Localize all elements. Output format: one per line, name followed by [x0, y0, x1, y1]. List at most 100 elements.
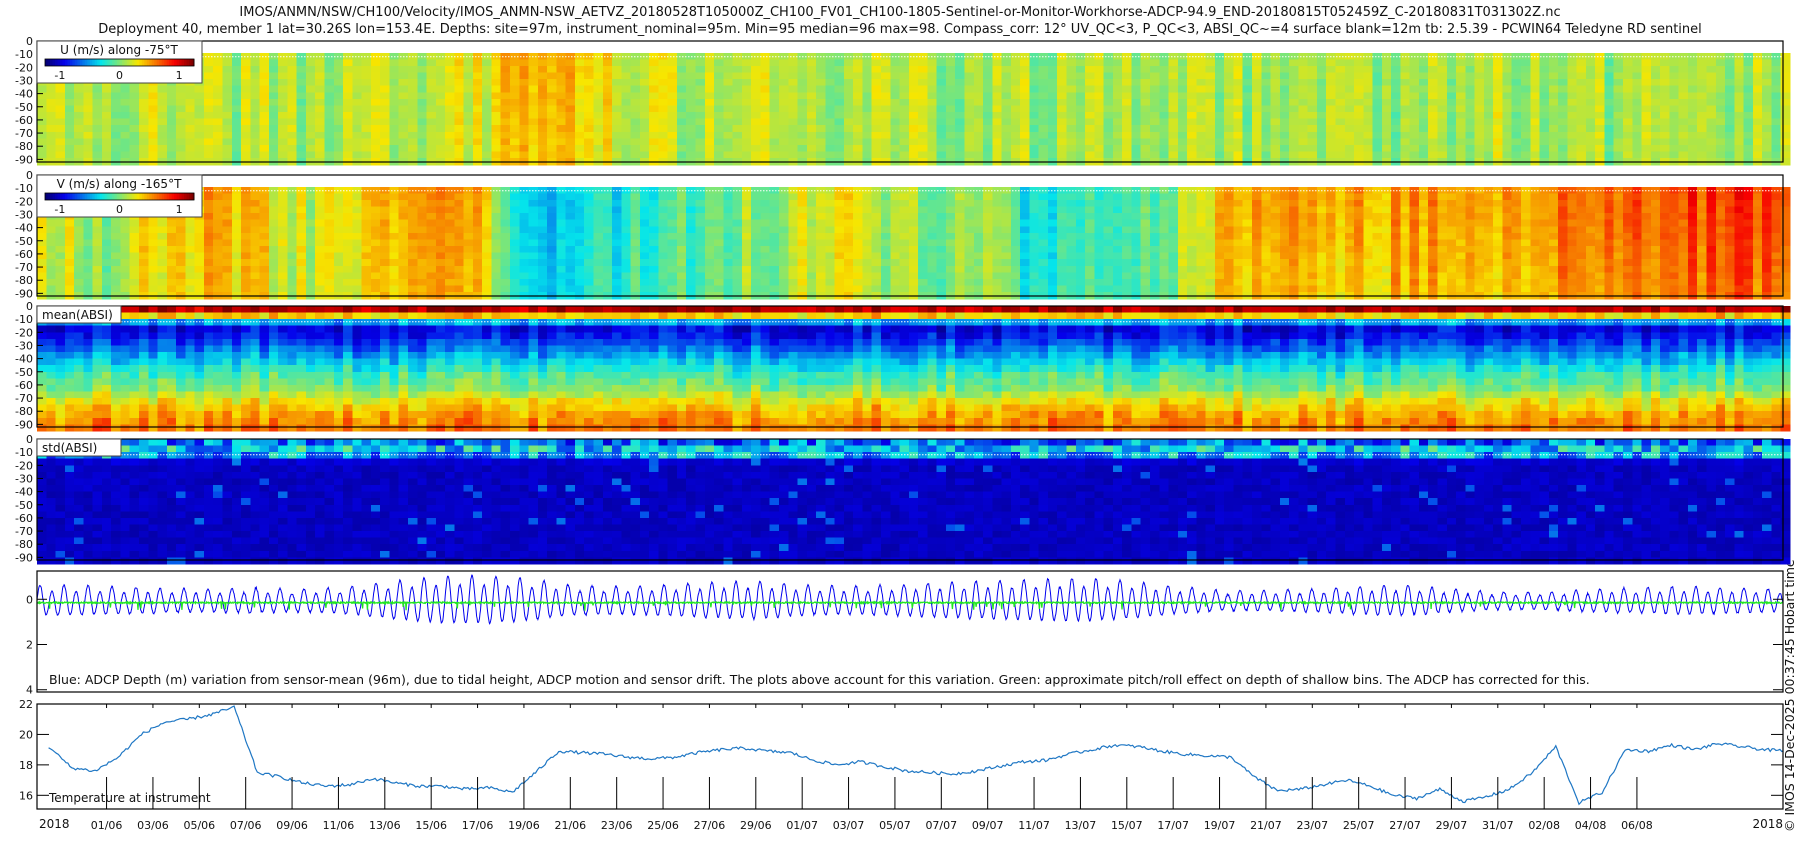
heatmap-cell [537, 193, 548, 201]
heatmap-cell [120, 105, 131, 113]
heatmap-cell [74, 138, 84, 146]
heatmap-cell [667, 232, 678, 241]
heatmap-cell [593, 239, 604, 247]
heatmap-cell [1391, 59, 1401, 67]
heatmap-cell [250, 118, 261, 126]
heatmap-cell [417, 92, 428, 100]
heatmap-cell [454, 52, 465, 60]
heatmap-cell [1669, 59, 1680, 67]
heatmap-cell [101, 265, 112, 273]
heatmap-cell [862, 246, 873, 254]
heatmap-cell [306, 85, 316, 93]
heatmap-cell [129, 85, 140, 93]
heatmap-cell [1446, 118, 1457, 126]
heatmap-cell [445, 118, 455, 126]
heatmap-cell [667, 200, 678, 208]
heatmap-cell [241, 144, 251, 153]
heatmap-cell [1289, 72, 1299, 80]
heatmap-cell [1177, 118, 1188, 126]
heatmap-cell [1381, 92, 1392, 100]
heatmap-cell [1734, 79, 1745, 87]
heatmap-cell [241, 278, 251, 287]
heatmap-cell [1669, 66, 1680, 74]
heatmap-cell [806, 272, 817, 280]
heatmap-cell [83, 98, 94, 107]
heatmap-cell [222, 200, 233, 208]
heatmap-cell [1038, 72, 1049, 80]
heatmap-cell [1687, 72, 1698, 80]
heatmap-cell [1335, 66, 1346, 74]
heatmap-cell [1270, 85, 1281, 93]
heatmap-cell [1010, 138, 1021, 146]
heatmap-cell [1780, 151, 1791, 159]
heatmap-cell [1214, 138, 1225, 146]
heatmap-cell [408, 92, 418, 100]
heatmap-cell [139, 105, 149, 113]
heatmap-cell [324, 105, 335, 113]
heatmap-cell [389, 151, 400, 159]
heatmap-cell [194, 239, 205, 247]
heatmap-cell [380, 79, 391, 87]
heatmap-cell [361, 272, 372, 280]
heatmap-cell [732, 285, 743, 293]
heatmap-cell [408, 265, 418, 273]
heatmap-cell [983, 92, 993, 100]
heatmap-cell [1177, 131, 1188, 139]
heatmap-cell [843, 246, 854, 254]
heatmap-cell [881, 200, 891, 208]
heatmap-cell [1233, 151, 1244, 159]
heatmap-cell [101, 239, 112, 247]
heatmap-cell [1298, 72, 1309, 80]
heatmap-cell [389, 246, 400, 254]
heatmap-cell [111, 85, 122, 93]
heatmap-cell [343, 226, 353, 234]
heatmap-cell [408, 206, 418, 214]
heatmap-cell [157, 226, 168, 234]
heatmap-cell [241, 112, 251, 120]
heatmap-cell [704, 232, 715, 241]
heatmap-cell [491, 213, 502, 221]
heatmap-cell [1585, 66, 1596, 74]
heatmap-cell [825, 206, 836, 214]
heatmap-cell [231, 213, 242, 221]
heatmap-cell [83, 246, 94, 254]
heatmap-cell [1391, 92, 1401, 100]
heatmap-cell [74, 278, 84, 287]
heatmap-cell [1214, 79, 1225, 87]
heatmap-cell [454, 85, 465, 93]
heatmap-cell [176, 265, 186, 273]
heatmap-cell [37, 85, 47, 93]
heatmap-cell [584, 265, 595, 273]
heatmap-cell [1678, 144, 1689, 153]
heatmap-cell [1419, 144, 1429, 153]
heatmap-cell [185, 272, 196, 280]
heatmap-cell [213, 200, 224, 208]
heatmap-cell [1001, 59, 1012, 67]
heatmap-cell [630, 252, 641, 260]
heatmap-cell [1233, 72, 1244, 80]
heatmap-cell [695, 219, 706, 227]
heatmap-cell [704, 112, 715, 120]
heatmap-cell [714, 259, 724, 267]
heatmap-cell [1743, 59, 1754, 67]
heatmap-cell [315, 138, 326, 146]
heatmap-cell [500, 272, 511, 280]
heatmap-cell [1252, 144, 1262, 153]
heatmap-cell [519, 131, 530, 139]
heatmap-cell [241, 92, 251, 100]
heatmap-cell [593, 79, 604, 87]
heatmap-cell [723, 144, 734, 153]
heatmap-cell [1446, 112, 1457, 120]
heatmap-cell [677, 151, 687, 159]
heatmap-cell [751, 265, 762, 273]
heatmap-cell [1094, 118, 1105, 126]
heatmap-cell [584, 59, 595, 67]
heatmap-cell [1168, 151, 1179, 159]
heatmap-cell [547, 66, 557, 74]
heatmap-cell [1214, 98, 1225, 107]
heatmap-cell [1391, 85, 1401, 93]
heatmap-cell [788, 265, 799, 273]
heatmap-cell [231, 85, 242, 93]
heatmap-cell [445, 259, 455, 267]
heatmap-cell [139, 265, 149, 273]
